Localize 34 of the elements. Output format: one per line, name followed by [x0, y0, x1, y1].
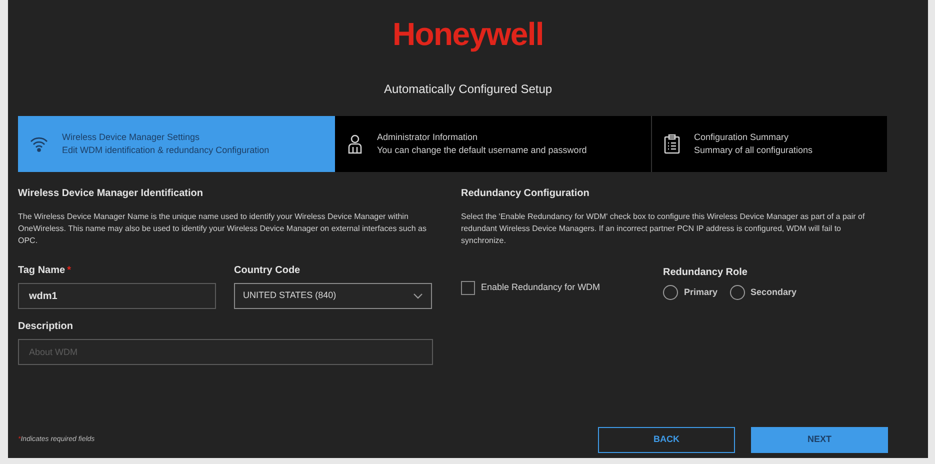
country-code-dropdown[interactable]: UNITED STATES (840): [234, 283, 432, 309]
section-heading: Redundancy Configuration: [461, 187, 590, 201]
clipboard-icon: [664, 134, 680, 154]
checkbox-label: Enable Redundancy for WDM: [481, 281, 600, 294]
step-title: Administrator Information: [377, 131, 479, 144]
step-subtitle: Summary of all configurations: [694, 144, 813, 157]
step-title: Configuration Summary: [694, 131, 790, 144]
tag-name-field[interactable]: wdm1: [18, 283, 216, 309]
step-tab[interactable]: Wireless Device Manager Settings Edit WDM identification & redundancy Configuration: [18, 116, 335, 172]
logo: Honeywell: [392, 15, 544, 54]
step-tab[interactable]: Administrator Information You can change the default username and password: [335, 116, 652, 172]
step-title: Wireless Device Manager Settings: [62, 131, 201, 144]
section-description: Select the 'Enable Redundancy for WDM' check box to configure this Wireless Device Manager as part of a pair of redundant Wireless Device Managers. If an incorrect partner PCN IP address is configured, WDM will fail to synchronize.: [461, 211, 866, 247]
wifi-icon: [30, 136, 48, 152]
radio-button[interactable]: [663, 285, 678, 300]
radio-label: Secondary: [750, 286, 797, 299]
radio-label: Primary: [684, 286, 718, 299]
page-title: Automatically Configured Setup: [384, 81, 552, 98]
field-label: Country Code: [234, 264, 302, 278]
radio-button[interactable]: [730, 285, 745, 300]
field-label: Tag Name: [18, 264, 66, 278]
next-button[interactable]: NEXT: [751, 427, 888, 453]
person-icon: [347, 134, 363, 154]
field-label: Description: [18, 320, 74, 334]
checkbox[interactable]: [461, 281, 475, 295]
step-subtitle: You can change the default username and password: [377, 144, 587, 157]
chevron-down-icon: [413, 293, 423, 299]
field-label: Redundancy Role: [663, 266, 748, 280]
step-subtitle: Edit WDM identification & redundancy Configuration: [62, 144, 270, 157]
section-heading: Wireless Device Manager Identification: [18, 187, 204, 201]
required-mark: *: [67, 264, 71, 278]
description-field[interactable]: About WDM: [18, 339, 433, 365]
section-description: The Wireless Device Manager Name is the unique name used to identify your Wireless Device Manager within OneWireless. This name may also be used to identify your Wireless Device Manager on external interfaces such as OPC.: [18, 211, 428, 247]
back-button[interactable]: BACK: [598, 427, 735, 453]
